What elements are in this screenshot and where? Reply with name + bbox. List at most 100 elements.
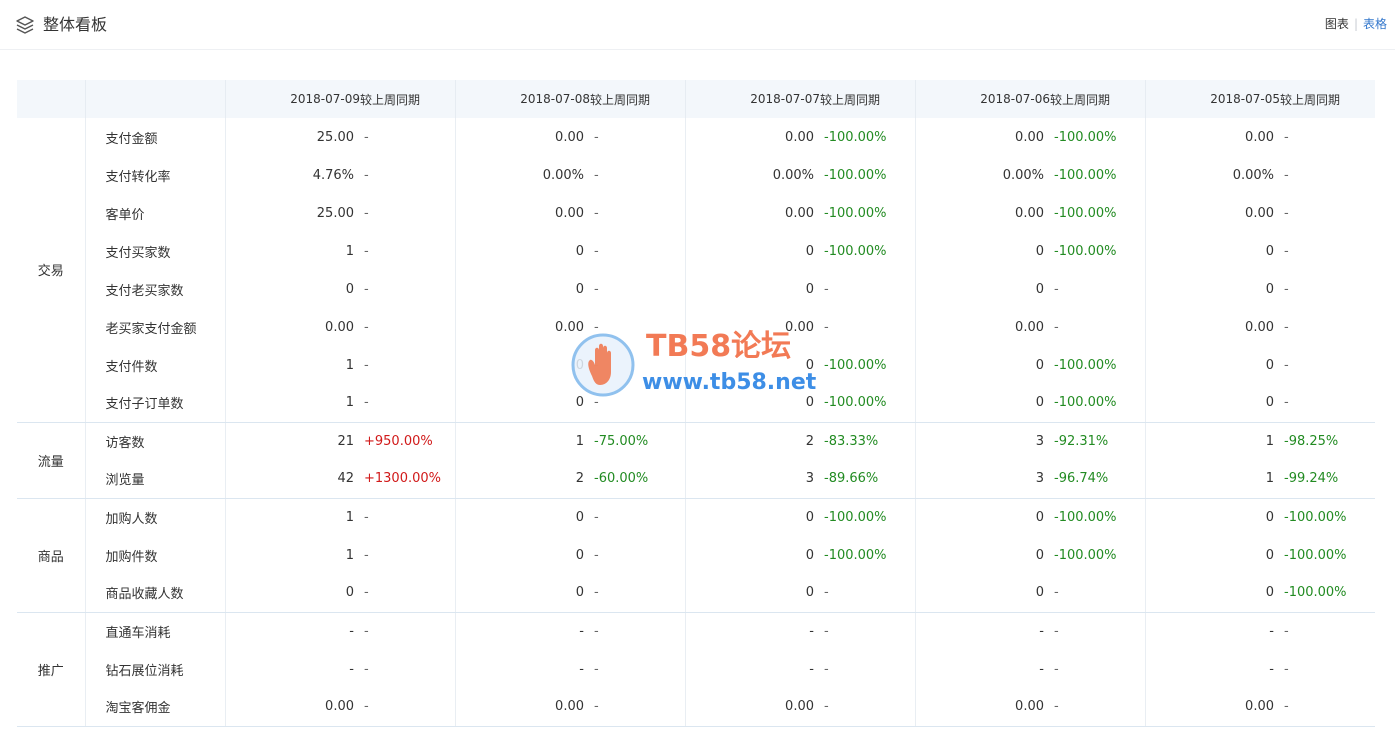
metric-value: - — [684, 650, 820, 688]
change-value: -100.00% — [1054, 547, 1117, 563]
metric-value: 0 — [454, 232, 590, 270]
change-value: -100.00% — [820, 384, 915, 423]
metric-value: 0.00 — [684, 118, 820, 156]
metric-value: 0.00 — [1144, 118, 1280, 156]
metric-value: - — [224, 650, 360, 688]
metric-value: 0 — [914, 232, 1050, 270]
metric-value: 0 — [224, 270, 360, 308]
change-value: -96.74% — [1050, 460, 1145, 499]
change-value: - — [594, 281, 599, 297]
change-value: - — [364, 205, 369, 221]
metric-name: 支付老买家数 — [84, 270, 225, 308]
category-header — [17, 80, 85, 118]
metric-name: 淘宝客佣金 — [84, 688, 225, 727]
metric-value: 4.76% — [224, 156, 360, 194]
category-cell: 交易 — [17, 118, 85, 423]
date-header: 2018-07-06 — [914, 80, 1050, 118]
change-value: - — [594, 319, 599, 335]
change-value: - — [594, 243, 599, 259]
page-header: 整体看板 图表 | 表格 — [0, 0, 1395, 50]
metric-name: 加购件数 — [84, 536, 225, 574]
change-value: -100.00% — [1284, 547, 1347, 563]
metric-name: 支付金额 — [84, 118, 225, 156]
metric-value: 0.00% — [684, 156, 820, 194]
change-value: - — [364, 243, 369, 259]
view-switch: 图表 | 表格 — [1325, 16, 1387, 32]
change-value: - — [1280, 688, 1375, 727]
view-separator: | — [1353, 17, 1358, 31]
date-header: 2018-07-07 — [684, 80, 820, 118]
metric-value: 0.00 — [914, 688, 1050, 727]
change-value: - — [594, 547, 599, 563]
change-value: - — [360, 574, 455, 613]
table-row: 加购件数 1-0-0 -100.00% 0 -100.00% 0 -100.00% — [17, 536, 1375, 574]
change-value: - — [594, 129, 599, 145]
change-value: - — [594, 623, 599, 639]
metric-value: 0 — [224, 574, 360, 613]
change-value: - — [364, 129, 369, 145]
category-cell: 流量 — [17, 422, 85, 499]
metric-value: 0.00 — [914, 118, 1050, 156]
change-value: - — [594, 661, 599, 677]
change-value: - — [1054, 319, 1059, 335]
metric-value: 0 — [914, 270, 1050, 308]
metric-value: - — [1144, 612, 1280, 650]
metric-name: 加购人数 — [84, 498, 225, 536]
change-value: - — [360, 384, 455, 423]
metric-value: 0 — [454, 384, 590, 423]
metric-header — [84, 80, 225, 118]
metric-value: 0 — [454, 498, 590, 536]
change-value: - — [1284, 205, 1289, 221]
chart-view-toggle[interactable]: 图表 — [1325, 17, 1349, 31]
metric-value: - — [684, 612, 820, 650]
table-row: 支付子订单数 1-0-0 -100.00% 0 -100.00% 0- — [17, 384, 1375, 423]
date-header: 2018-07-08 — [454, 80, 590, 118]
metric-value: - — [454, 612, 590, 650]
metric-value: 0 — [454, 536, 590, 574]
table-row: 商品 加购人数 1-0-0 -100.00% 0 -100.00% 0 -100.00% — [17, 498, 1375, 613]
change-value: -92.31% — [1054, 433, 1109, 449]
metric-name: 商品收藏人数 — [84, 574, 225, 613]
metric-value: 0 — [684, 384, 820, 423]
metric-value: - — [914, 650, 1050, 688]
table-row: 推广 直通车消耗 - - - - - - - - - - — [17, 612, 1375, 727]
change-value: - — [824, 281, 829, 297]
compare-header: 较上周同期 — [820, 92, 881, 107]
change-value: - — [594, 357, 599, 373]
change-value: - — [1280, 384, 1375, 423]
compare-header: 较上周同期 — [1280, 92, 1341, 107]
metric-value: 1 — [1144, 422, 1280, 460]
metric-value: - — [1144, 650, 1280, 688]
change-value: -60.00% — [590, 460, 685, 499]
metric-value: 0.00 — [454, 118, 590, 156]
table-row: 客单价 25.00-0.00-0.00 -100.00% 0.00 -100.00% 0.… — [17, 194, 1375, 232]
change-value: - — [594, 509, 599, 525]
metric-value: 21 — [224, 422, 360, 460]
change-value: -100.00% — [824, 547, 887, 563]
table-view-toggle[interactable]: 表格 — [1363, 17, 1387, 31]
metric-value: 0 — [454, 270, 590, 308]
metric-value: 0.00 — [684, 194, 820, 232]
change-value: -99.24% — [1280, 460, 1375, 499]
change-value: +950.00% — [364, 433, 433, 449]
change-value: -100.00% — [824, 129, 887, 145]
change-value: - — [1284, 661, 1289, 677]
metric-value: 0.00 — [224, 688, 360, 727]
date-header: 2018-07-09 — [224, 80, 360, 118]
table-row: 支付转化率 4.76% -0.00% -0.00% -100.00% 0.00% -100.… — [17, 156, 1375, 194]
metric-value: 0 — [684, 270, 820, 308]
change-value: - — [824, 623, 829, 639]
change-value: - — [824, 661, 829, 677]
table-row: 老买家支付金额 0.00-0.00-0.00-0.00-0.00- — [17, 308, 1375, 346]
change-value: -100.00% — [824, 205, 887, 221]
metric-value: 0 — [684, 232, 820, 270]
metric-value: 0 — [684, 346, 820, 384]
metric-value: 0.00 — [1144, 688, 1280, 727]
table-body: 交易 支付金额 25.00-0.00-0.00 -100.00% 0.00 -100.00… — [17, 118, 1375, 727]
metric-value: 0 — [914, 498, 1050, 536]
metric-value: 0.00 — [684, 308, 820, 346]
metric-value: 0.00% — [914, 156, 1050, 194]
metric-name: 浏览量 — [84, 460, 225, 499]
layers-icon — [16, 16, 34, 34]
metric-value: 0 — [1144, 498, 1280, 536]
